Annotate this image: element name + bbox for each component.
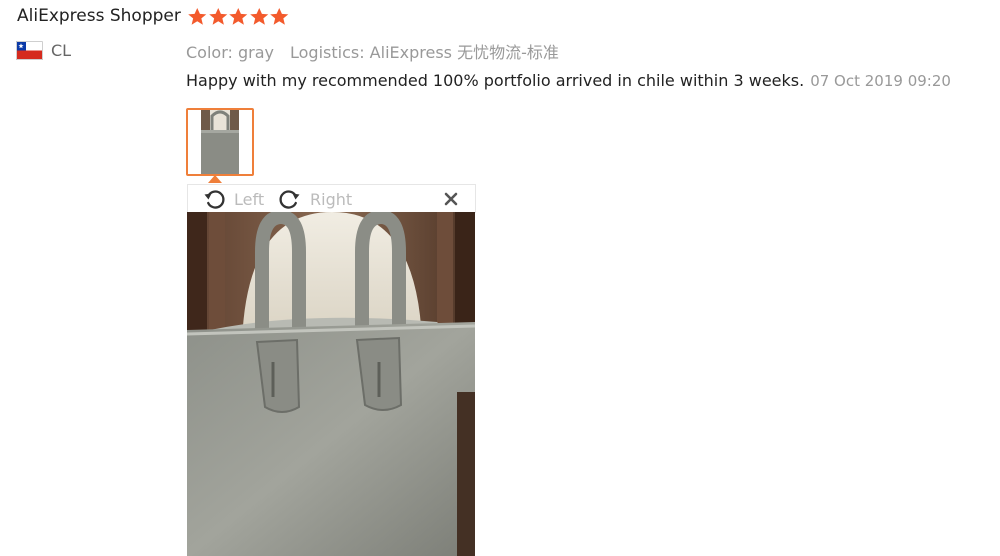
reviewer-name: AliExpress Shopper [17,6,181,26]
star-icon [229,7,248,25]
star-icon [249,7,268,25]
color-attribute: Color: gray [186,43,274,62]
rotate-right-icon [279,190,300,209]
rotate-right-label: Right [310,189,353,209]
rotate-left-button[interactable]: Left [202,187,264,211]
order-attributes: Color: gray Logistics: AliExpress 无忧物流-标准 [186,39,559,63]
review-text: Happy with my recommended 100% portfolio… [186,71,805,90]
star-icon [188,7,207,25]
rotate-left-label: Left [234,189,265,209]
star-icon [208,7,227,25]
review-image-thumbnail[interactable] [186,108,254,176]
chile-flag-icon [16,41,43,60]
rotate-left-icon [204,190,225,209]
logistics-attribute: Logistics: AliExpress 无忧物流-标准 [289,43,559,62]
review-date: 07 Oct 2019 09:20 [810,72,951,90]
thumbnail-pointer [208,175,222,183]
review-image-large [187,212,475,556]
review-body: Happy with my recommended 100% portfolio… [186,71,951,90]
country-code: CL [51,41,72,60]
star-icon [270,7,289,25]
rating-stars [187,6,290,28]
close-icon[interactable] [441,189,461,209]
rotate-right-button[interactable]: Right [278,187,352,211]
image-viewer-toolbar: Left Right [187,184,476,213]
